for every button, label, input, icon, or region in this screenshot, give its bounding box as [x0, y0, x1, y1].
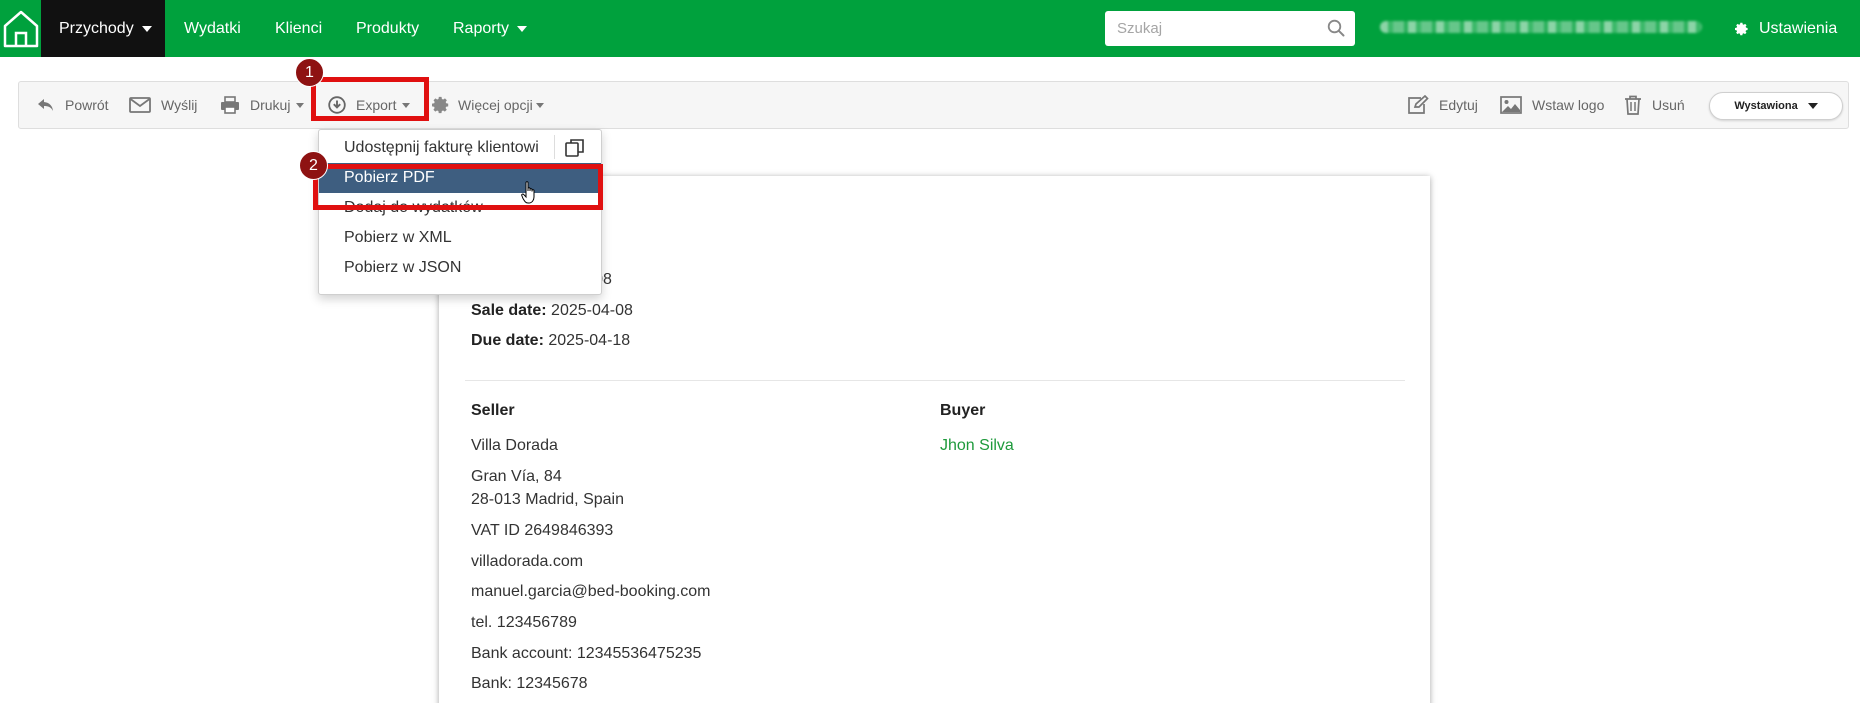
nav-raporty[interactable]: Raporty	[453, 0, 528, 57]
step-number: 2	[309, 156, 318, 174]
settings-menu[interactable]: Ustawienia	[1735, 0, 1837, 57]
menu-item-download-json[interactable]: Pobierz w JSON	[319, 253, 601, 283]
home-button[interactable]	[0, 0, 41, 57]
status-dropdown[interactable]: Wystawiona	[1709, 92, 1843, 120]
chevron-down-icon	[141, 25, 152, 32]
chevron-down-icon	[535, 102, 544, 108]
printer-icon	[221, 96, 239, 114]
buyer-name-link[interactable]: Jhon Silva	[940, 437, 1014, 455]
print-button[interactable]: Drukuj	[220, 82, 305, 128]
chevron-down-icon	[517, 25, 528, 32]
seller-phone: tel. 123456789	[471, 614, 577, 631]
step-badge-1: 1	[295, 58, 324, 87]
home-icon	[3, 10, 38, 47]
edit-button[interactable]: Edytuj	[1407, 82, 1478, 128]
send-button[interactable]: Wyślij	[129, 82, 197, 128]
nav-klienci[interactable]: Klienci	[275, 0, 322, 57]
chevron-down-icon	[296, 102, 305, 108]
search-input[interactable]	[1117, 20, 1322, 37]
menu-item-download-xml[interactable]: Pobierz w XML	[319, 223, 601, 253]
gear-icon	[1735, 22, 1748, 35]
seller-city: 28-013 Madrid, Spain	[471, 491, 624, 508]
chevron-down-icon	[402, 102, 411, 108]
insert-logo-label: Wstaw logo	[1532, 97, 1605, 113]
menu-item-share-invoice[interactable]: Udostępnij fakturę klientowi	[319, 133, 601, 163]
seller-vat: VAT ID 2649846393	[471, 522, 614, 539]
image-icon	[1500, 96, 1522, 114]
sale-date: Sale date: 2025-04-08	[471, 302, 633, 320]
menu-item-add-to-expenses[interactable]: Dodaj do wydatków	[319, 193, 601, 223]
gear-icon	[432, 96, 449, 114]
nav-label: Przychody	[59, 19, 134, 37]
nav-produkty[interactable]: Produkty	[356, 0, 419, 57]
more-options-button[interactable]: Więcej opcji	[432, 82, 544, 128]
seller-street: Gran Vía, 84	[471, 468, 562, 485]
nav-label: Produkty	[356, 19, 420, 37]
download-circle-icon	[328, 96, 346, 114]
search-box	[1105, 11, 1355, 46]
delete-label: Usuń	[1652, 97, 1685, 113]
due-date-value: 2025-04-18	[548, 332, 631, 349]
section-divider	[465, 380, 1405, 381]
menu-item-label: Dodaj do wydatków	[344, 199, 483, 216]
export-dropdown-menu: Udostępnij fakturę klientowi Pobierz PDF…	[318, 129, 602, 295]
nav-przychody[interactable]: Przychody	[41, 0, 165, 57]
due-date: Due date: 2025-04-18	[471, 332, 630, 350]
trash-icon	[1625, 95, 1641, 115]
chevron-down-icon	[1807, 103, 1818, 109]
seller-website: villadorada.com	[471, 553, 584, 570]
search-icon[interactable]	[1327, 19, 1345, 37]
nav-label: Raporty	[453, 19, 510, 37]
menu-item-label: Pobierz PDF	[344, 169, 435, 186]
buyer-heading-text: Buyer	[940, 402, 986, 419]
top-navbar: Przychody Wydatki Klienci Produkty Rapor…	[0, 0, 1860, 57]
menu-item-label: Pobierz w XML	[344, 229, 452, 246]
seller-bank-account: Bank account: 12345536475235	[471, 645, 702, 662]
print-label: Drukuj	[250, 97, 291, 113]
sale-date-value: 2025-04-08	[551, 302, 633, 319]
nav-label: Wydatki	[184, 19, 241, 37]
seller-email: manuel.garcia@bed-booking.com	[471, 583, 711, 600]
seller-name: Villa Dorada	[471, 437, 558, 454]
user-account-blurred[interactable]	[1380, 21, 1702, 33]
settings-label: Ustawienia	[1759, 19, 1838, 37]
delete-button[interactable]: Usuń	[1624, 82, 1685, 128]
menu-item-label: Udostępnij fakturę klientowi	[344, 139, 539, 156]
edit-label: Edytuj	[1439, 97, 1478, 113]
nav-wydatki[interactable]: Wydatki	[184, 0, 241, 57]
hand-cursor-icon	[521, 181, 535, 204]
menu-divider	[554, 135, 555, 159]
insert-logo-button[interactable]: Wstaw logo	[1500, 82, 1604, 128]
send-label: Wyślij	[161, 97, 198, 113]
buyer-heading: Buyer	[940, 402, 985, 420]
copy-icon[interactable]	[565, 139, 585, 157]
menu-item-download-pdf[interactable]: Pobierz PDF	[319, 163, 601, 193]
more-options-label: Więcej opcji	[458, 97, 533, 113]
sale-date-label: Sale date:	[471, 302, 547, 319]
envelope-icon	[129, 97, 151, 113]
menu-item-label: Pobierz w JSON	[344, 259, 462, 276]
edit-pencil-icon	[1408, 95, 1429, 114]
seller-bank: Bank: 12345678	[471, 675, 588, 692]
nav-label: Klienci	[275, 19, 323, 37]
due-date-label: Due date:	[471, 332, 544, 349]
back-label: Powrót	[65, 97, 109, 113]
export-button[interactable]: Export	[328, 82, 411, 128]
step-badge-2: 2	[299, 151, 328, 180]
back-button[interactable]: Powrót	[37, 82, 109, 128]
seller-heading-text: Seller	[471, 402, 515, 419]
reply-arrow-icon	[38, 99, 53, 111]
status-label: Wystawiona	[1734, 100, 1798, 112]
seller-heading: Seller	[471, 402, 515, 420]
export-label: Export	[356, 97, 397, 113]
invoice-toolbar: Powrót Wyślij Drukuj Export Więcej opcji	[18, 81, 1849, 129]
step-number: 1	[305, 63, 314, 81]
